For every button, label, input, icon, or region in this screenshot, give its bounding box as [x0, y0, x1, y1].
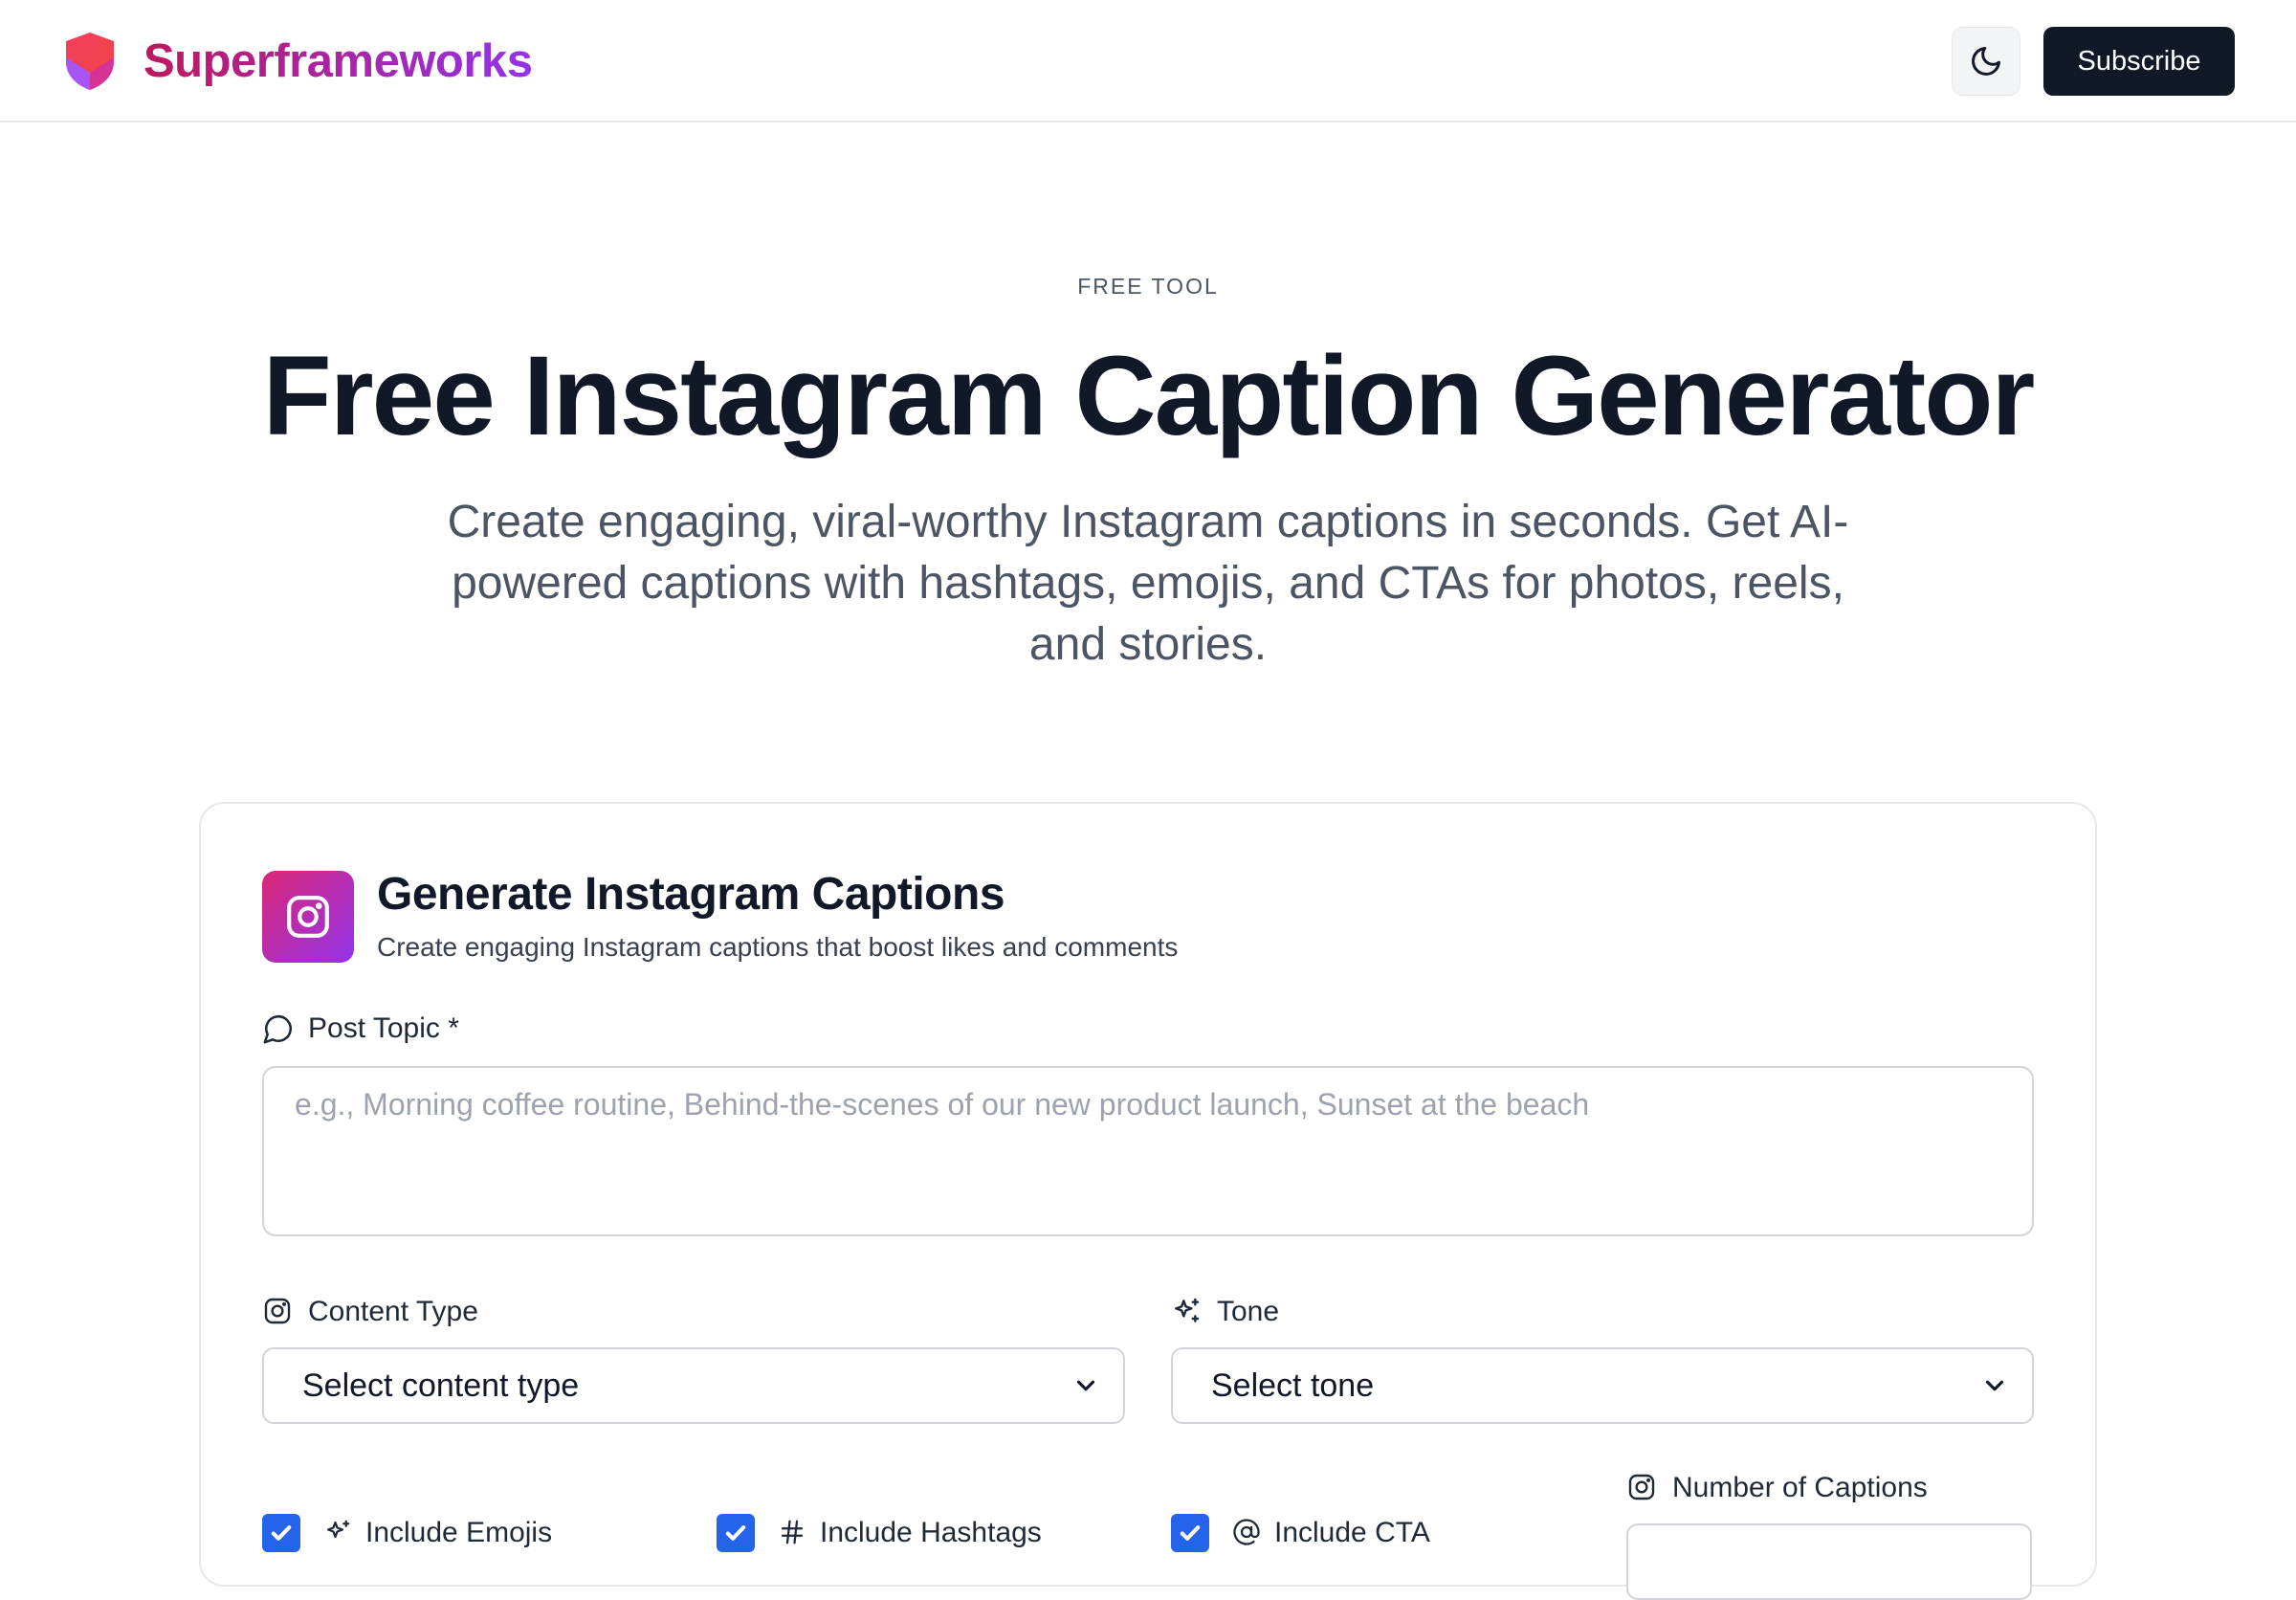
moon-icon	[1972, 47, 2000, 76]
cta-label: Include CTA	[1232, 1517, 1430, 1549]
subscribe-button[interactable]: Subscribe	[2043, 27, 2235, 96]
hashtags-checkbox[interactable]	[717, 1514, 755, 1552]
post-topic-label-text: Post Topic *	[308, 1012, 459, 1044]
tone-selected-value: Select tone	[1211, 1367, 1375, 1404]
emojis-checkbox[interactable]	[262, 1514, 300, 1552]
eyebrow-label: FREE TOOL	[1077, 274, 1219, 299]
tone-label: Tone	[1171, 1296, 1279, 1328]
number-of-captions-label: Number of Captions	[1626, 1472, 1928, 1504]
option-include-hashtags[interactable]: Include Hashtags	[717, 1514, 1042, 1552]
brand-name: Superframeworks	[144, 35, 533, 87]
card-subtitle: Create engaging Instagram captions that …	[377, 932, 1179, 962]
theme-toggle-button[interactable]	[1952, 27, 2020, 96]
emojis-label-text: Include Emojis	[365, 1517, 553, 1548]
chevron-down-icon	[1985, 1380, 2004, 1391]
post-topic-input[interactable]	[262, 1066, 2034, 1236]
tone-label-text: Tone	[1217, 1296, 1280, 1327]
page-subtitle: Create engaging, viral-worthy Instagram …	[447, 497, 1849, 670]
site-header: Superframeworks Subscribe	[0, 0, 2296, 122]
chevron-down-icon	[1076, 1380, 1095, 1391]
number-of-captions-label-text: Number of Captions	[1672, 1472, 1928, 1503]
shield-logo-icon	[66, 33, 114, 90]
page-title: Free Instagram Caption Generator	[262, 333, 2036, 459]
brand[interactable]: Superframeworks	[63, 27, 533, 96]
instagram-icon	[262, 871, 354, 963]
cta-checkbox[interactable]	[1171, 1514, 1209, 1552]
instagram-icon	[1626, 1472, 1659, 1504]
instagram-icon	[262, 1296, 295, 1328]
emojis-label: Include Emojis	[323, 1517, 552, 1549]
check-icon	[271, 1525, 292, 1541]
hash-icon	[778, 1518, 808, 1548]
check-icon	[1180, 1525, 1201, 1541]
message-circle-icon	[262, 1012, 295, 1045]
post-topic-label: Post Topic *	[262, 1012, 459, 1045]
content-type-label-text: Content Type	[308, 1296, 478, 1327]
sparkles-icon	[1171, 1296, 1203, 1328]
hashtags-label-text: Include Hashtags	[820, 1517, 1042, 1548]
check-icon	[725, 1525, 746, 1541]
sparkles-icon	[323, 1518, 354, 1548]
at-sign-icon	[1232, 1518, 1263, 1548]
cta-label-text: Include CTA	[1274, 1517, 1430, 1548]
hashtags-label: Include Hashtags	[778, 1517, 1042, 1549]
card-title: Generate Instagram Captions	[377, 869, 1005, 920]
content-type-label: Content Type	[262, 1296, 478, 1328]
option-include-emojis[interactable]: Include Emojis	[262, 1514, 552, 1552]
content-type-select[interactable]: Select content type	[262, 1347, 1125, 1424]
option-include-cta[interactable]: Include CTA	[1171, 1514, 1430, 1552]
tone-select[interactable]: Select tone	[1171, 1347, 2034, 1424]
number-of-captions-select[interactable]	[1626, 1523, 2032, 1600]
content-type-selected-value: Select content type	[302, 1367, 580, 1404]
